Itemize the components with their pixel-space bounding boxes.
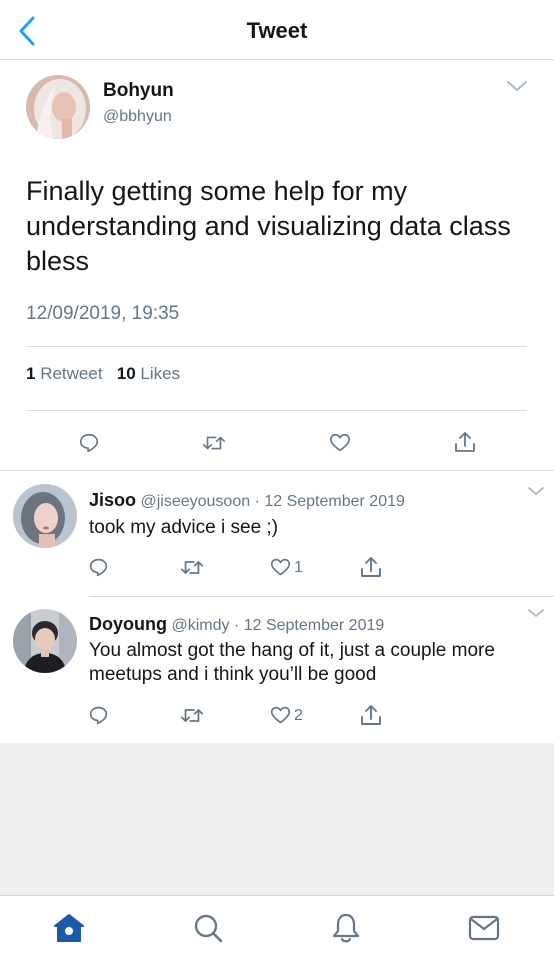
- reply-icon: [89, 558, 108, 577]
- retweet-icon: [203, 436, 225, 450]
- page-title: Tweet: [246, 18, 308, 43]
- retweet-icon: [180, 561, 204, 574]
- divider: [26, 410, 527, 411]
- reply-icon: [89, 706, 108, 725]
- share-button[interactable]: [454, 430, 476, 454]
- avatar[interactable]: [13, 609, 77, 673]
- reply-header: Doyoung @kimdy · 12 September 2019: [89, 614, 384, 635]
- reply-tweet[interactable]: Jisoo @jiseeyousoon · 12 September 2019 …: [0, 471, 554, 596]
- like-button[interactable]: 2: [270, 705, 303, 726]
- messages-icon: [468, 915, 500, 941]
- reply-date: 12 September 2019: [264, 493, 405, 510]
- reply-text: You almost got the hang of it, just a co…: [89, 640, 495, 685]
- reply-text: took my advice i see ;): [89, 517, 279, 538]
- reply-icon: [79, 433, 99, 453]
- like-count: 1: [294, 558, 303, 576]
- author-handle[interactable]: @kimdy: [171, 617, 229, 634]
- share-icon: [455, 432, 475, 452]
- tab-messages[interactable]: [466, 910, 502, 946]
- author-name[interactable]: Doyoung: [89, 614, 167, 634]
- like-button[interactable]: 1: [270, 557, 303, 578]
- home-icon: [54, 914, 84, 942]
- chevron-down-icon[interactable]: [526, 485, 546, 497]
- chevron-down-icon[interactable]: [505, 78, 529, 94]
- separator: ·: [233, 617, 240, 634]
- tweet-stats: 1 Retweet 10 Likes: [26, 364, 180, 384]
- tab-bar: [0, 895, 554, 960]
- divider: [26, 346, 527, 347]
- heart-icon: [330, 433, 350, 452]
- share-button[interactable]: [360, 703, 382, 727]
- share-button[interactable]: [360, 555, 382, 579]
- reply-header: Jisoo @jiseeyousoon · 12 September 2019: [89, 490, 405, 511]
- author-name[interactable]: Jisoo: [89, 490, 136, 510]
- like-button[interactable]: [329, 432, 351, 454]
- top-bar: Tweet: [0, 0, 554, 60]
- chevron-down-icon[interactable]: [526, 607, 546, 619]
- likes-stat[interactable]: 10 Likes: [117, 364, 180, 383]
- like-count: 2: [294, 706, 303, 724]
- empty-area: [0, 743, 554, 895]
- reply-tweet[interactable]: Doyoung @kimdy · 12 September 2019 You a…: [0, 597, 554, 742]
- author-handle[interactable]: @jiseeyousoon: [140, 493, 250, 510]
- search-icon: [194, 914, 223, 943]
- retweet-label: Retweet: [40, 364, 103, 383]
- tab-home[interactable]: [51, 910, 87, 946]
- likes-count: 10: [116, 364, 136, 383]
- tweet-timestamp: 12/09/2019, 19:35: [26, 303, 180, 324]
- heart-icon: [270, 706, 291, 724]
- reply-button[interactable]: [88, 557, 109, 578]
- tweet-actions: [0, 424, 554, 468]
- separator: ·: [254, 493, 260, 510]
- reply-date: 12 September 2019: [243, 617, 385, 634]
- share-icon: [361, 705, 381, 725]
- avatar[interactable]: [13, 484, 77, 548]
- retweet-stat[interactable]: 1 Retweet: [26, 364, 103, 383]
- reply-button[interactable]: [78, 432, 100, 454]
- retweet-button[interactable]: [180, 705, 204, 726]
- retweet-count: 1: [26, 364, 36, 383]
- notifications-icon: [332, 913, 360, 943]
- heart-icon: [270, 558, 291, 576]
- author-handle[interactable]: @bbhyun: [103, 108, 172, 126]
- retweet-button[interactable]: [180, 557, 204, 578]
- author-name[interactable]: Bohyun: [103, 80, 174, 102]
- reply-button[interactable]: [88, 705, 109, 726]
- tab-search[interactable]: [190, 910, 226, 946]
- share-icon: [361, 557, 381, 577]
- tweet-text: Finally getting some help for my underst…: [26, 176, 511, 276]
- likes-label: Likes: [140, 364, 181, 383]
- retweet-icon: [180, 709, 204, 722]
- tab-notifications[interactable]: [328, 910, 364, 946]
- retweet-button[interactable]: [202, 432, 226, 454]
- avatar[interactable]: [26, 75, 90, 139]
